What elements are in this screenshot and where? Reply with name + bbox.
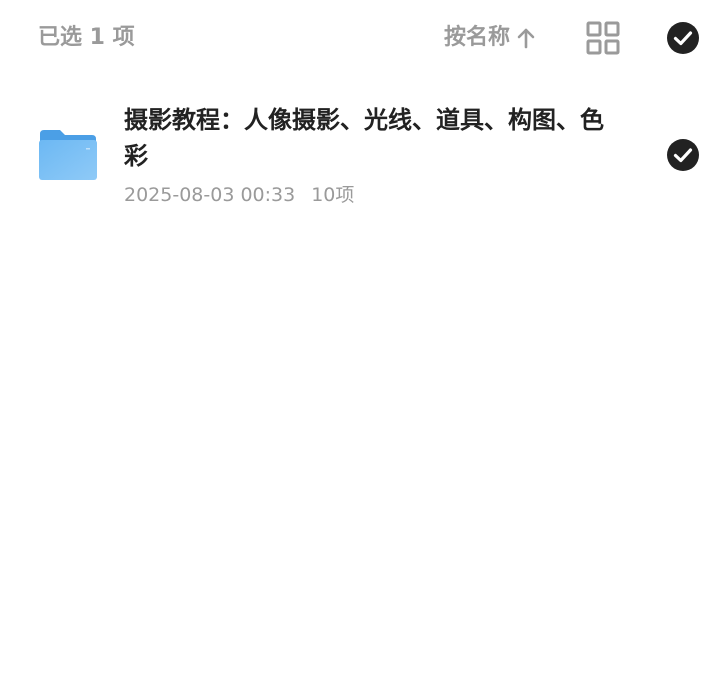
sort-label: 按名称 <box>444 25 511 50</box>
sort-by-name-button[interactable]: 按名称 <box>444 22 536 54</box>
folder-icon <box>39 130 97 180</box>
list-item[interactable]: 摄影教程：人像摄影、光线、道具、构图、色彩 2025-08-03 00:33 10… <box>0 96 714 220</box>
folder-name: 摄影教程：人像摄影、光线、道具、构图、色彩 <box>124 106 604 170</box>
selection-toolbar: 已选 1 项 按名称 <box>0 0 714 76</box>
modified-date: 2025-08-03 00:33 <box>124 184 296 206</box>
grid-view-icon[interactable] <box>586 21 620 55</box>
item-selected-check-icon[interactable] <box>666 138 700 172</box>
select-all-check-icon[interactable] <box>666 21 700 55</box>
selected-count-label: 已选 1 项 <box>38 25 135 50</box>
item-meta: 2025-08-03 00:33 10项 <box>124 182 354 208</box>
item-count: 10项 <box>311 184 355 206</box>
arrow-up-icon <box>517 28 535 49</box>
